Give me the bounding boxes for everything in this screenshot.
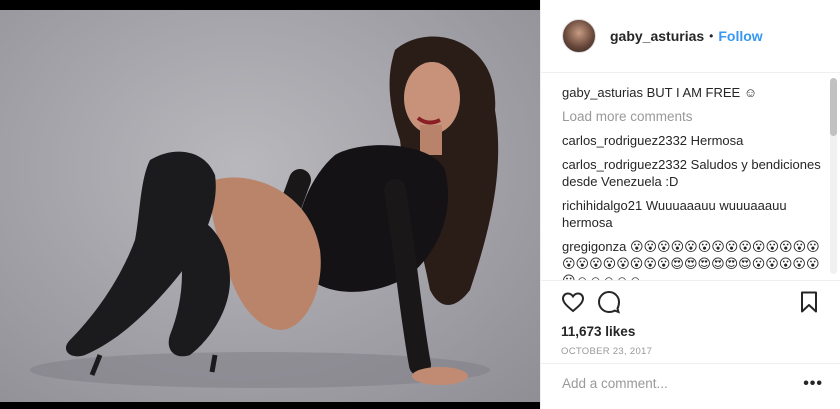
follow-button[interactable]: Follow — [718, 28, 762, 44]
add-comment-input[interactable] — [562, 376, 804, 391]
header-username[interactable]: gaby_asturias — [610, 28, 704, 44]
more-options-icon[interactable]: ••• — [803, 375, 823, 393]
comment-item: richihidalgo21 Wuuuaaauu wuuuaaauu hermo… — [562, 197, 823, 231]
comments-scrollbar[interactable] — [830, 78, 837, 274]
add-comment-bar: ••• — [541, 363, 840, 403]
post-header: gaby_asturias • Follow — [541, 0, 840, 73]
caption: gaby_asturias BUT I AM FREE ☺ — [562, 84, 823, 101]
comment-text: Hermosa — [687, 133, 744, 148]
heart-icon[interactable] — [561, 290, 585, 314]
bookmark-icon[interactable] — [797, 290, 821, 314]
comment-item: carlos_rodriguez2332 Saludos y bendicion… — [562, 156, 823, 190]
comment-icon[interactable] — [597, 290, 621, 314]
post-image[interactable] — [0, 10, 540, 402]
post-photo-area — [0, 0, 540, 409]
post-side-panel: gaby_asturias • Follow gaby_asturias BUT… — [540, 0, 840, 409]
separator-dot: • — [709, 29, 714, 43]
comment-username[interactable]: gregigonza — [562, 239, 626, 254]
comment-item: carlos_rodriguez2332 Hermosa — [562, 132, 823, 149]
action-icons-row — [561, 289, 825, 315]
top-strip — [0, 0, 540, 10]
post-actions: 11,673 likes OCTOBER 23, 2017 — [541, 280, 840, 357]
comment-list[interactable]: gaby_asturias BUT I AM FREE ☺ Load more … — [541, 74, 840, 280]
likes-count[interactable]: 11,673 likes — [561, 324, 825, 339]
caption-text: BUT I AM FREE ☺ — [642, 85, 758, 100]
comment-username[interactable]: carlos_rodriguez2332 — [562, 133, 687, 148]
caption-username[interactable]: gaby_asturias — [562, 85, 643, 100]
load-more-comments-link[interactable]: Load more comments — [562, 108, 823, 125]
avatar[interactable] — [562, 19, 596, 53]
comment-username[interactable]: carlos_rodriguez2332 — [562, 157, 687, 172]
comment-username[interactable]: richihidalgo21 — [562, 198, 642, 213]
comment-item: gregigonza 😮😮😮😮😮😮😮😮😮😮😮😮😮😮😮😮😮😮😮😮😮😮😍😍😍😍😍😍😮… — [562, 238, 823, 280]
scrollbar-thumb[interactable] — [830, 78, 837, 136]
post-date[interactable]: OCTOBER 23, 2017 — [561, 346, 825, 357]
